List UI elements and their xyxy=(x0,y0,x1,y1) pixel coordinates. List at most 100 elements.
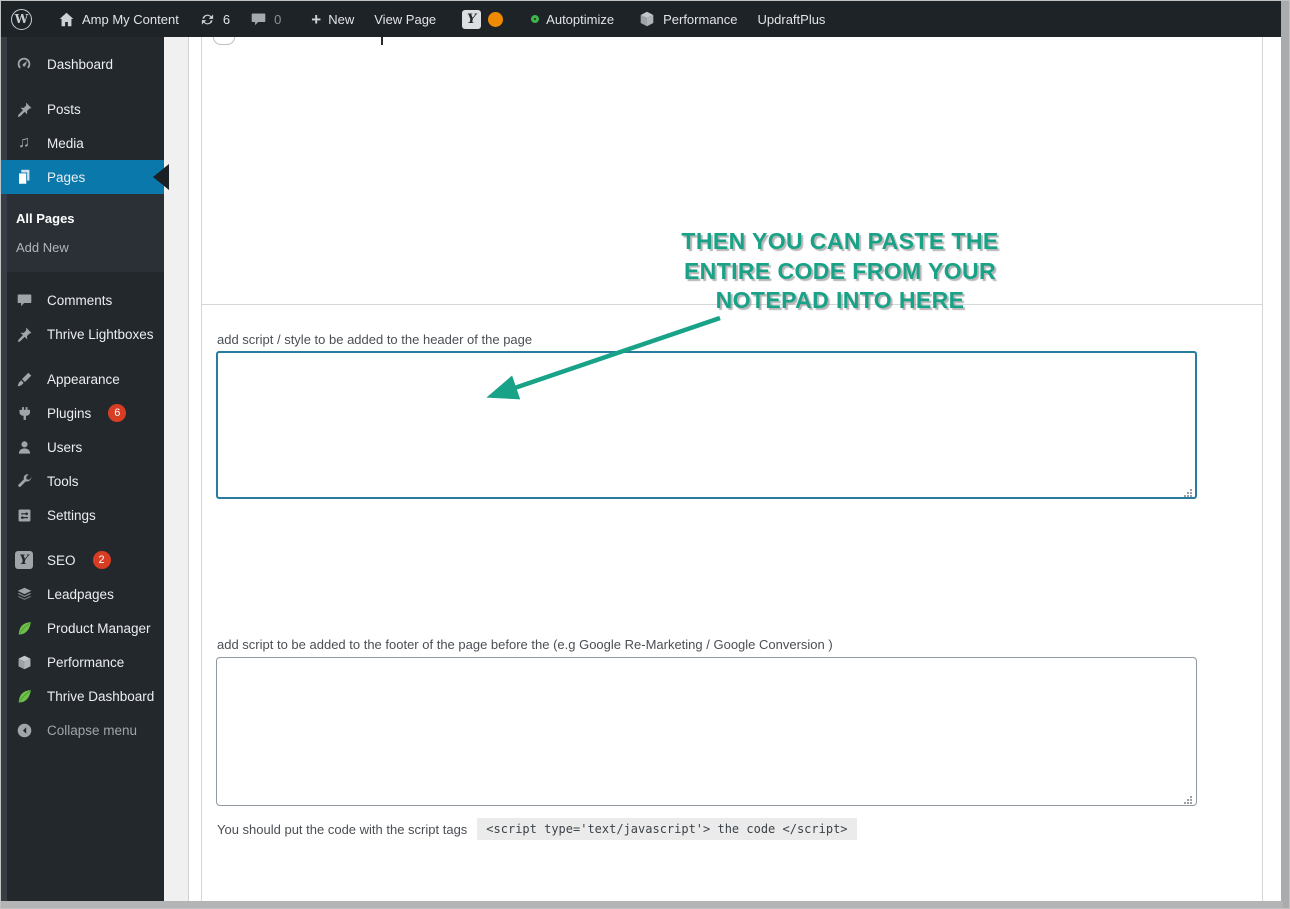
sidebar-label: Media xyxy=(47,136,84,151)
sidebar-item-media[interactable]: ♫ Media xyxy=(1,126,164,160)
hint-code-sample: <script type='text/javascript'> the code… xyxy=(477,818,856,840)
updates-count: 6 xyxy=(223,12,230,27)
sidebar-item-users[interactable]: Users xyxy=(1,430,164,464)
sidebar-item-tools[interactable]: Tools xyxy=(1,464,164,498)
sidebar-label: Comments xyxy=(47,293,112,308)
cube-icon xyxy=(638,10,656,28)
sidebar-label: Pages xyxy=(47,170,85,185)
leaf-icon xyxy=(14,618,34,638)
site-name-link[interactable]: Amp My Content xyxy=(48,1,189,37)
resize-grip-icon[interactable] xyxy=(1183,792,1193,802)
dashboard-icon xyxy=(14,54,34,74)
text-caret xyxy=(381,37,383,45)
sidebar-item-thrive-dashboard[interactable]: Thrive Dashboard xyxy=(1,679,164,713)
brush-icon xyxy=(14,369,34,389)
sidebar-item-settings[interactable]: Settings xyxy=(1,498,164,532)
comments-bubble-icon xyxy=(250,11,267,28)
annotation-line: THEN YOU CAN PASTE THE xyxy=(659,227,1021,257)
pages-submenu: All Pages Add New xyxy=(1,194,164,272)
submenu-item-all-pages[interactable]: All Pages xyxy=(1,204,164,233)
sidebar-label: Dashboard xyxy=(47,57,113,72)
sidebar-label: Settings xyxy=(47,508,96,523)
comment-icon xyxy=(14,290,34,310)
sidebar-label: Product Manager xyxy=(47,621,151,636)
annotation-line: ENTIRE CODE FROM YOUR xyxy=(659,257,1021,287)
collapse-icon xyxy=(14,720,34,740)
resize-grip-icon[interactable] xyxy=(1183,485,1193,495)
performance-menu-button[interactable]: Performance xyxy=(628,1,747,37)
updraftplus-label: UpdraftPlus xyxy=(758,12,826,27)
sidebar-label: Collapse menu xyxy=(47,723,137,738)
pushpin-icon xyxy=(14,99,34,119)
editor-panel: add script / style to be added to the he… xyxy=(188,37,1281,901)
home-icon xyxy=(58,11,75,28)
yoast-icon: Y xyxy=(462,10,481,29)
sidebar-label: Thrive Lightboxes xyxy=(47,327,154,342)
yoast-icon: Y xyxy=(14,550,34,570)
horizontal-scrollbar[interactable] xyxy=(1,901,1283,908)
hint-text: You should put the code with the script … xyxy=(217,822,467,837)
main-content: add script / style to be added to the he… xyxy=(164,37,1281,901)
submenu-item-add-new[interactable]: Add New xyxy=(1,233,164,262)
footer-script-label: add script to be added to the footer of … xyxy=(217,637,833,652)
settings-icon xyxy=(14,505,34,525)
new-label: New xyxy=(328,12,354,27)
script-tag-hint: You should put the code with the script … xyxy=(217,818,857,840)
annotation-text: THEN YOU CAN PASTE THE ENTIRE CODE FROM … xyxy=(659,227,1021,316)
sidebar-item-product-manager[interactable]: Product Manager xyxy=(1,611,164,645)
sidebar-item-seo[interactable]: Y SEO 2 xyxy=(1,543,164,577)
pages-icon xyxy=(14,167,34,187)
admin-sidebar: Dashboard Posts ♫ Media Pages xyxy=(1,37,164,901)
sidebar-label: Users xyxy=(47,440,82,455)
sidebar-item-comments[interactable]: Comments xyxy=(1,283,164,317)
sidebar-item-dashboard[interactable]: Dashboard xyxy=(1,47,164,81)
updates-link[interactable]: 6 xyxy=(189,1,240,37)
yoast-admin-button[interactable]: Y xyxy=(452,1,513,37)
vertical-scrollbar[interactable] xyxy=(1281,1,1289,909)
sidebar-label: SEO xyxy=(47,553,76,568)
wrench-icon xyxy=(14,471,34,491)
plugins-count-badge: 6 xyxy=(108,404,126,422)
sidebar-label: Posts xyxy=(47,102,81,117)
user-icon xyxy=(14,437,34,457)
sidebar-label: Performance xyxy=(47,655,124,670)
autoptimize-button[interactable]: Autoptimize xyxy=(521,1,624,37)
pushpin-icon xyxy=(14,324,34,344)
sidebar-item-pages[interactable]: Pages xyxy=(1,160,164,194)
wordpress-menu-button[interactable]: W xyxy=(1,1,42,37)
view-page-link[interactable]: View Page xyxy=(364,1,446,37)
sidebar-item-posts[interactable]: Posts xyxy=(1,92,164,126)
sidebar-item-appearance[interactable]: Appearance xyxy=(1,362,164,396)
wordpress-logo-icon: W xyxy=(11,9,32,30)
new-content-button[interactable]: + New xyxy=(301,1,364,37)
view-page-label: View Page xyxy=(374,12,436,27)
comments-link[interactable]: 0 xyxy=(240,1,291,37)
comments-count: 0 xyxy=(274,12,281,27)
cube-icon xyxy=(14,652,34,672)
sidebar-item-collapse-menu[interactable]: Collapse menu xyxy=(1,713,164,747)
sidebar-label: Thrive Dashboard xyxy=(47,689,154,704)
footer-script-field-wrap xyxy=(216,657,1197,806)
updraftplus-button[interactable]: UpdraftPlus xyxy=(748,1,836,37)
plus-icon: + xyxy=(311,11,321,28)
footer-script-textarea[interactable] xyxy=(216,657,1197,806)
site-name-label: Amp My Content xyxy=(82,12,179,27)
autoptimize-ring-icon xyxy=(531,15,539,23)
sidebar-item-plugins[interactable]: Plugins 6 xyxy=(1,396,164,430)
current-page-arrow-icon xyxy=(153,164,169,190)
media-icon: ♫ xyxy=(14,133,34,153)
sidebar-item-leadpages[interactable]: Leadpages xyxy=(1,577,164,611)
updates-icon xyxy=(199,11,216,28)
performance-label: Performance xyxy=(663,12,737,27)
plug-icon xyxy=(14,403,34,423)
seo-count-badge: 2 xyxy=(93,551,111,569)
sidebar-item-performance[interactable]: Performance xyxy=(1,645,164,679)
layers-icon xyxy=(14,584,34,604)
sidebar-label: Tools xyxy=(47,474,79,489)
sidebar-item-thrive-lightboxes[interactable]: Thrive Lightboxes xyxy=(1,317,164,351)
sidebar-label: Leadpages xyxy=(47,587,114,602)
sidebar-label: Appearance xyxy=(47,372,120,387)
annotation-arrow-icon xyxy=(471,309,731,409)
admin-bar: W Amp My Content 6 0 + New xyxy=(1,1,1283,37)
yoast-status-dot-icon xyxy=(488,12,503,27)
